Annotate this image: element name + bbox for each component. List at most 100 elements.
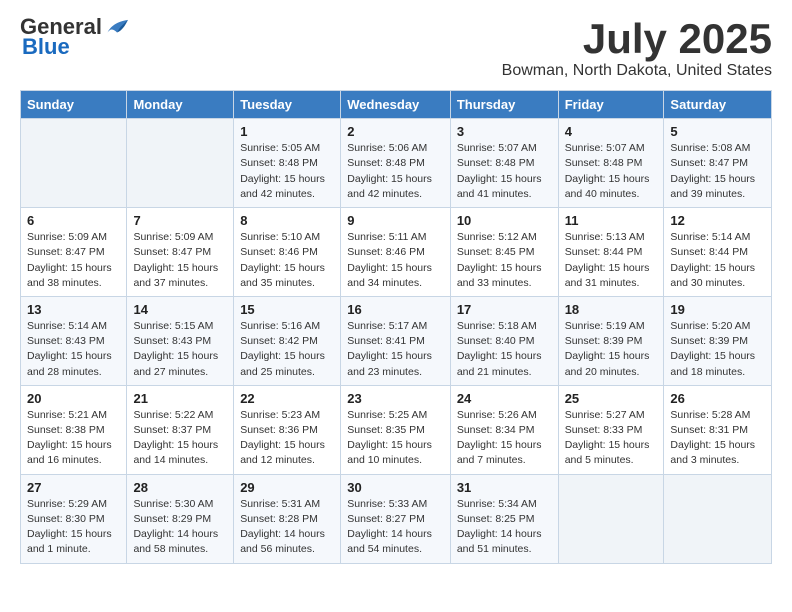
day-info: Sunrise: 5:16 AMSunset: 8:42 PMDaylight:… [240, 319, 334, 380]
calendar-week-row: 27Sunrise: 5:29 AMSunset: 8:30 PMDayligh… [21, 474, 772, 563]
calendar-cell: 6 Sunrise: 5:09 AMSunset: 8:47 PMDaylight… [21, 208, 127, 297]
day-number: 16 [347, 302, 444, 317]
calendar-cell: 9Sunrise: 5:11 AMSunset: 8:46 PMDaylight… [341, 208, 451, 297]
day-info: Sunrise: 5:07 AMSunset: 8:48 PMDaylight:… [565, 141, 658, 202]
calendar-cell: 21 Sunrise: 5:22 AMSunset: 8:37 PMDayligh… [127, 385, 234, 474]
day-info: Sunrise: 5:19 AMSunset: 8:39 PMDaylight:… [565, 319, 658, 380]
day-number: 18 [565, 302, 658, 317]
day-number: 20 [27, 391, 120, 406]
day-info: Sunrise: 5:33 AMSunset: 8:27 PMDaylight:… [347, 497, 444, 558]
title-block: July 2025 Bowman, North Dakota, United S… [502, 16, 772, 80]
day-info: Sunrise: 5:30 AMSunset: 8:29 PMDaylight:… [133, 497, 227, 558]
day-info: Sunrise: 5:09 AMSunset: 8:47 PMDaylight:… [133, 230, 227, 291]
day-number: 21 [133, 391, 227, 406]
day-number: 22 [240, 391, 334, 406]
day-info: Sunrise: 5:17 AMSunset: 8:41 PMDaylight:… [347, 319, 444, 380]
day-of-week-header: Tuesday [234, 91, 341, 119]
calendar-cell: 28 Sunrise: 5:30 AMSunset: 8:29 PMDayligh… [127, 474, 234, 563]
day-number: 2 [347, 124, 444, 139]
calendar-cell: 2 Sunrise: 5:06 AMSunset: 8:48 PMDaylight… [341, 119, 451, 208]
calendar-cell: 30 Sunrise: 5:33 AMSunset: 8:27 PMDayligh… [341, 474, 451, 563]
calendar-table: SundayMondayTuesdayWednesdayThursdayFrid… [20, 90, 772, 563]
calendar-cell: 20 Sunrise: 5:21 AMSunset: 8:38 PMDayligh… [21, 385, 127, 474]
calendar-week-row: 6 Sunrise: 5:09 AMSunset: 8:47 PMDaylight… [21, 208, 772, 297]
logo: General Blue [20, 16, 128, 58]
logo-blue-text: Blue [22, 36, 70, 58]
day-of-week-header: Saturday [664, 91, 772, 119]
day-info: Sunrise: 5:18 AMSunset: 8:40 PMDaylight:… [457, 319, 552, 380]
day-number: 31 [457, 480, 552, 495]
day-info: Sunrise: 5:10 AMSunset: 8:46 PMDaylight:… [240, 230, 334, 291]
calendar-header: SundayMondayTuesdayWednesdayThursdayFrid… [21, 91, 772, 119]
day-of-week-header: Sunday [21, 91, 127, 119]
day-info: Sunrise: 5:29 AMSunset: 8:30 PMDaylight:… [27, 497, 120, 558]
day-info: Sunrise: 5:31 AMSunset: 8:28 PMDaylight:… [240, 497, 334, 558]
calendar-cell: 13 Sunrise: 5:14 AMSunset: 8:43 PMDayligh… [21, 296, 127, 385]
day-number: 10 [457, 213, 552, 228]
day-info: Sunrise: 5:27 AMSunset: 8:33 PMDaylight:… [565, 408, 658, 469]
day-info: Sunrise: 5:12 AMSunset: 8:45 PMDaylight:… [457, 230, 552, 291]
calendar-cell: 1 Sunrise: 5:05 AMSunset: 8:48 PMDaylight… [234, 119, 341, 208]
calendar-cell: 8 Sunrise: 5:10 AMSunset: 8:46 PMDaylight… [234, 208, 341, 297]
day-info: Sunrise: 5:14 AMSunset: 8:43 PMDaylight:… [27, 319, 120, 380]
day-number: 11 [565, 213, 658, 228]
calendar-cell: 12Sunrise: 5:14 AMSunset: 8:44 PMDayligh… [664, 208, 772, 297]
day-info: Sunrise: 5:13 AMSunset: 8:44 PMDaylight:… [565, 230, 658, 291]
calendar-cell: 11 Sunrise: 5:13 AMSunset: 8:44 PMDayligh… [558, 208, 664, 297]
day-info: Sunrise: 5:07 AMSunset: 8:48 PMDaylight:… [457, 141, 552, 202]
day-number: 5 [670, 124, 765, 139]
day-info: Sunrise: 5:22 AMSunset: 8:37 PMDaylight:… [133, 408, 227, 469]
calendar-cell: 23 Sunrise: 5:25 AMSunset: 8:35 PMDayligh… [341, 385, 451, 474]
calendar-cell: 3 Sunrise: 5:07 AMSunset: 8:48 PMDaylight… [450, 119, 558, 208]
day-of-week-header: Thursday [450, 91, 558, 119]
day-info: Sunrise: 5:20 AMSunset: 8:39 PMDaylight:… [670, 319, 765, 380]
day-number: 23 [347, 391, 444, 406]
page-header: General Blue July 2025 Bowman, North Dak… [20, 16, 772, 80]
calendar-cell: 7 Sunrise: 5:09 AMSunset: 8:47 PMDaylight… [127, 208, 234, 297]
day-number: 6 [27, 213, 120, 228]
day-number: 29 [240, 480, 334, 495]
calendar-cell: 4 Sunrise: 5:07 AMSunset: 8:48 PMDaylight… [558, 119, 664, 208]
calendar-cell [127, 119, 234, 208]
day-number: 3 [457, 124, 552, 139]
calendar-cell: 31Sunrise: 5:34 AMSunset: 8:25 PMDayligh… [450, 474, 558, 563]
calendar-cell: 16 Sunrise: 5:17 AMSunset: 8:41 PMDayligh… [341, 296, 451, 385]
day-number: 7 [133, 213, 227, 228]
calendar-cell: 29 Sunrise: 5:31 AMSunset: 8:28 PMDayligh… [234, 474, 341, 563]
calendar-week-row: 1 Sunrise: 5:05 AMSunset: 8:48 PMDaylight… [21, 119, 772, 208]
days-of-week-row: SundayMondayTuesdayWednesdayThursdayFrid… [21, 91, 772, 119]
day-number: 15 [240, 302, 334, 317]
day-number: 13 [27, 302, 120, 317]
calendar-week-row: 13 Sunrise: 5:14 AMSunset: 8:43 PMDayligh… [21, 296, 772, 385]
calendar-cell: 17Sunrise: 5:18 AMSunset: 8:40 PMDayligh… [450, 296, 558, 385]
day-info: Sunrise: 5:09 AMSunset: 8:47 PMDaylight:… [27, 230, 120, 291]
day-info: Sunrise: 5:25 AMSunset: 8:35 PMDaylight:… [347, 408, 444, 469]
day-info: Sunrise: 5:21 AMSunset: 8:38 PMDaylight:… [27, 408, 120, 469]
calendar-cell: 27Sunrise: 5:29 AMSunset: 8:30 PMDayligh… [21, 474, 127, 563]
day-number: 12 [670, 213, 765, 228]
day-number: 28 [133, 480, 227, 495]
day-info: Sunrise: 5:05 AMSunset: 8:48 PMDaylight:… [240, 141, 334, 202]
day-info: Sunrise: 5:23 AMSunset: 8:36 PMDaylight:… [240, 408, 334, 469]
calendar-cell: 5 Sunrise: 5:08 AMSunset: 8:47 PMDaylight… [664, 119, 772, 208]
calendar-cell: 15 Sunrise: 5:16 AMSunset: 8:42 PMDayligh… [234, 296, 341, 385]
calendar-week-row: 20 Sunrise: 5:21 AMSunset: 8:38 PMDayligh… [21, 385, 772, 474]
calendar-cell: 14Sunrise: 5:15 AMSunset: 8:43 PMDayligh… [127, 296, 234, 385]
calendar-cell: 22 Sunrise: 5:23 AMSunset: 8:36 PMDayligh… [234, 385, 341, 474]
calendar-body: 1 Sunrise: 5:05 AMSunset: 8:48 PMDaylight… [21, 119, 772, 563]
logo-bird-icon [106, 18, 128, 36]
day-number: 14 [133, 302, 227, 317]
calendar-cell: 25Sunrise: 5:27 AMSunset: 8:33 PMDayligh… [558, 385, 664, 474]
day-info: Sunrise: 5:06 AMSunset: 8:48 PMDaylight:… [347, 141, 444, 202]
day-number: 30 [347, 480, 444, 495]
day-number: 1 [240, 124, 334, 139]
calendar-cell [21, 119, 127, 208]
day-info: Sunrise: 5:08 AMSunset: 8:47 PMDaylight:… [670, 141, 765, 202]
day-info: Sunrise: 5:26 AMSunset: 8:34 PMDaylight:… [457, 408, 552, 469]
day-number: 19 [670, 302, 765, 317]
day-number: 8 [240, 213, 334, 228]
calendar-cell: 18 Sunrise: 5:19 AMSunset: 8:39 PMDayligh… [558, 296, 664, 385]
day-number: 4 [565, 124, 658, 139]
calendar-cell: 10 Sunrise: 5:12 AMSunset: 8:45 PMDayligh… [450, 208, 558, 297]
day-of-week-header: Friday [558, 91, 664, 119]
